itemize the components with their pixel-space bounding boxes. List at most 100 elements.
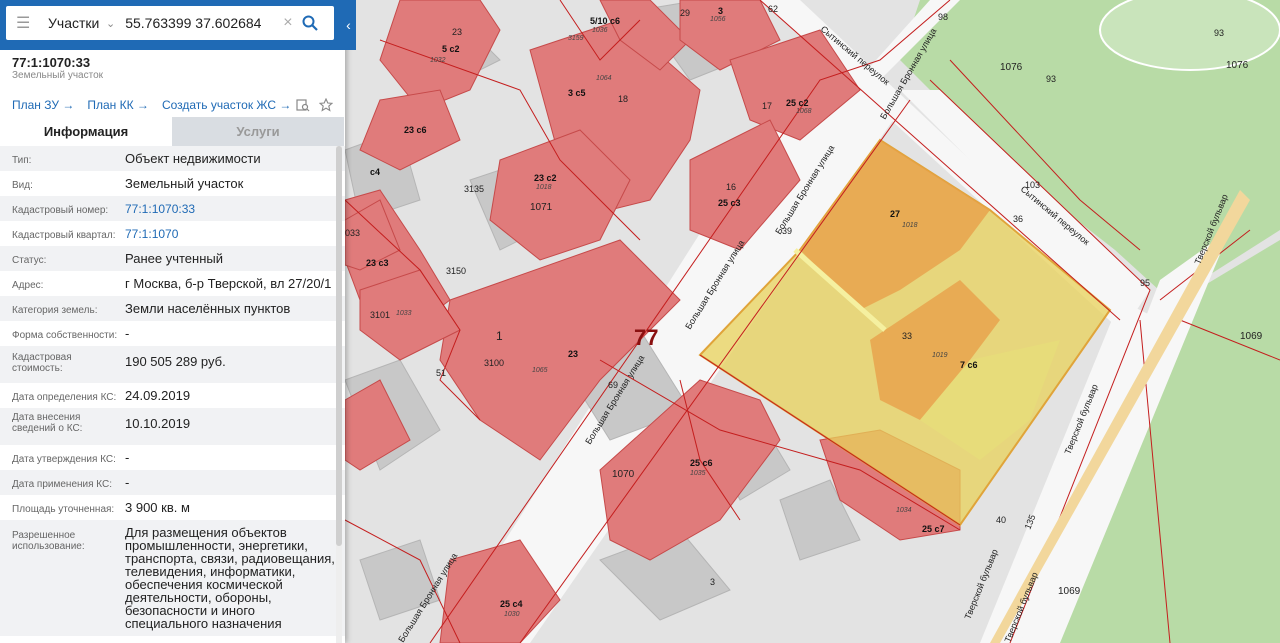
- info-row: Дата применения КС: -: [0, 470, 345, 495]
- info-row-key: Кадастровый номер:: [12, 205, 109, 216]
- map-label: 1034: [896, 507, 912, 514]
- info-row: Кадастровый квартал: 77:1:1070: [0, 221, 345, 246]
- info-row: Адрес: г Москва, б-р Тверской, вл 27/20/1: [0, 271, 345, 296]
- map-label: 17: [762, 101, 772, 111]
- map-label: 23 с6: [404, 125, 427, 135]
- info-row-key: Дата утверждения КС:: [12, 454, 116, 465]
- map-label: 98: [938, 12, 948, 22]
- info-row: Тип: Объект недвижимости: [0, 146, 345, 171]
- map-label: 25 с7: [922, 524, 945, 534]
- search-input[interactable]: [125, 15, 278, 31]
- map-label: 36: [1013, 214, 1023, 224]
- panel-tabs: Информация Услуги: [0, 117, 345, 146]
- tab-services[interactable]: Услуги: [172, 117, 344, 146]
- link-plan-kk[interactable]: План КК →: [87, 98, 149, 112]
- info-row-value: -: [125, 450, 130, 465]
- object-type: Земельный участок: [12, 70, 104, 81]
- search-area-icon[interactable]: [296, 98, 310, 112]
- info-row-value: Ранее учтенный: [125, 251, 223, 266]
- map-label: 25 с4: [500, 599, 523, 609]
- map-label: 62: [768, 4, 778, 14]
- info-row-key: Дата применения КС:: [12, 479, 113, 490]
- map-label: 1076: [1000, 62, 1023, 73]
- map-label: 1070: [612, 469, 635, 480]
- map-label: 18: [618, 94, 628, 104]
- info-row-value: 24.09.2019: [125, 388, 191, 403]
- info-row-value: Для размещения объектов промышленности, …: [125, 525, 335, 631]
- map-label: 3100: [484, 358, 504, 368]
- map-label: 33: [902, 331, 912, 341]
- info-row-value: 190 505 289 руб.: [125, 354, 226, 369]
- info-row: Дата утверждения КС: -: [0, 445, 345, 470]
- map-label: 1069: [1240, 331, 1263, 342]
- map-label: 27: [890, 209, 900, 219]
- map-label: 3159: [568, 35, 584, 42]
- info-row: Статус: Ранее учтенный: [0, 246, 345, 271]
- map-label: 95: [1140, 278, 1150, 288]
- info-row-key: Разрешенное использование:: [12, 530, 85, 552]
- map-label: 103: [1025, 180, 1040, 190]
- map-label: 40: [996, 515, 1006, 525]
- info-row-key: Вид:: [12, 180, 33, 191]
- clear-icon[interactable]: ×: [283, 14, 292, 32]
- info-row: Разрешенное использование: Для размещения…: [0, 520, 345, 636]
- map-label: 3: [718, 6, 723, 16]
- map-label: 25 с2: [786, 98, 809, 108]
- search-icon[interactable]: [301, 14, 319, 32]
- link-plan-zu[interactable]: План ЗУ →: [12, 98, 74, 112]
- info-row-key: Кадастровый квартал:: [12, 230, 116, 241]
- info-row-key: Форма собственности:: [12, 330, 118, 341]
- star-icon[interactable]: [319, 98, 333, 112]
- quick-links: План ЗУ → План КК → Создать участок ЖС →: [12, 98, 291, 112]
- map-label: 5 с2: [442, 44, 460, 54]
- map-label: 1056: [710, 16, 726, 23]
- map-label: 3150: [446, 266, 466, 276]
- scrollbar-thumb[interactable]: [336, 146, 342, 546]
- info-row-key: Адрес:: [12, 280, 44, 291]
- info-row: Кадастровый номер: 77:1:1070:33: [0, 196, 345, 221]
- collapse-panel-button[interactable]: ‹: [341, 0, 356, 50]
- map-label: 23: [452, 27, 462, 37]
- map-label: 1064: [596, 75, 612, 82]
- map-label: 3101: [370, 310, 390, 320]
- map-label: 3 с5: [568, 88, 586, 98]
- map-label: 51: [436, 368, 446, 378]
- map-label: 1033: [396, 310, 412, 317]
- map-label: 1018: [902, 222, 918, 229]
- info-row: Кадастровая стоимость: 190 505 289 руб.: [0, 346, 345, 383]
- map-label: 29: [680, 8, 690, 18]
- info-row-key: Категория земель:: [12, 305, 98, 316]
- info-row: Дата определения КС: 24.09.2019: [0, 383, 345, 408]
- map-label: 23 с3: [366, 258, 389, 268]
- info-table: Тип: Объект недвижимости Вид: Земельный уча…: [0, 146, 345, 636]
- info-row-value: г Москва, б-р Тверской, вл 27/20/1: [125, 276, 332, 291]
- info-row-key: Тип:: [12, 155, 32, 166]
- map-label: 1018: [536, 184, 552, 191]
- map-label: 93: [1214, 28, 1224, 38]
- info-row: Категория земель: Земли населённых пункто…: [0, 296, 345, 321]
- tab-info[interactable]: Информация: [0, 117, 172, 146]
- object-title: 77:1:1070:33: [12, 55, 91, 70]
- info-row: Дата внесения сведений о КС: 10.10.2019: [0, 408, 345, 445]
- map-label: 1071: [530, 202, 553, 213]
- map-label: 16: [726, 182, 736, 192]
- info-row-key: Кадастровая стоимость:: [12, 352, 72, 374]
- link-create-parcel[interactable]: Создать участок ЖС →: [162, 98, 291, 112]
- info-row-link[interactable]: 77:1:1070:33: [125, 203, 337, 216]
- menu-icon[interactable]: ☰: [16, 13, 36, 33]
- map-label: 1030: [504, 611, 520, 618]
- info-row: Форма собственности: -: [0, 321, 345, 346]
- map-label: 3135: [464, 184, 484, 194]
- map-label: 23: [568, 349, 578, 359]
- map-label: 7 с6: [960, 360, 978, 370]
- map-label: 1: [496, 329, 503, 343]
- map-label: 5/10 с6: [590, 16, 620, 26]
- info-row-value: Объект недвижимости: [125, 151, 261, 166]
- search-mode-select[interactable]: Участки: [48, 15, 99, 31]
- info-row-value: 3 900 кв. м: [125, 500, 190, 515]
- chevron-down-icon[interactable]: ⌄: [106, 17, 115, 30]
- info-panel: ☰ Участки ⌄ × 77:1:1070:33 Земельный уча…: [0, 0, 345, 643]
- chevron-left-icon: ‹: [346, 17, 351, 33]
- info-row-link[interactable]: 77:1:1070: [125, 228, 337, 241]
- scrollbar[interactable]: [336, 146, 342, 643]
